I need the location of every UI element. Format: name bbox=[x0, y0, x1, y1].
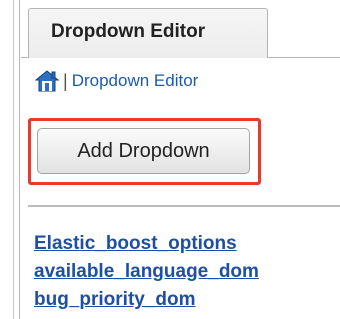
add-dropdown-button[interactable]: Add Dropdown bbox=[37, 128, 250, 174]
dropdown-link[interactable]: Elastic_boost_options bbox=[34, 233, 237, 254]
home-icon[interactable] bbox=[34, 69, 60, 93]
breadcrumb-dropdown-editor-link[interactable]: Dropdown Editor bbox=[72, 71, 199, 91]
dropdown-link[interactable]: bug_priority_dom bbox=[34, 289, 196, 310]
list-item: bug_priority_dom bbox=[34, 286, 259, 314]
breadcrumb-separator: | bbox=[63, 70, 68, 91]
list-item: Elastic_boost_options bbox=[34, 230, 259, 258]
dropdown-editor-panel: Dropdown Editor | Dropdown Editor Add Dr… bbox=[0, 0, 340, 319]
tab-dropdown-editor[interactable]: Dropdown Editor bbox=[28, 8, 268, 58]
list-item: available_language_dom bbox=[34, 258, 259, 286]
left-border bbox=[0, 0, 20, 319]
dropdown-list: Elastic_boost_options available_language… bbox=[34, 230, 259, 314]
tab-label: Dropdown Editor bbox=[51, 21, 206, 42]
divider bbox=[28, 205, 340, 207]
dropdown-link[interactable]: available_language_dom bbox=[34, 261, 259, 282]
breadcrumb: | Dropdown Editor bbox=[34, 66, 199, 96]
